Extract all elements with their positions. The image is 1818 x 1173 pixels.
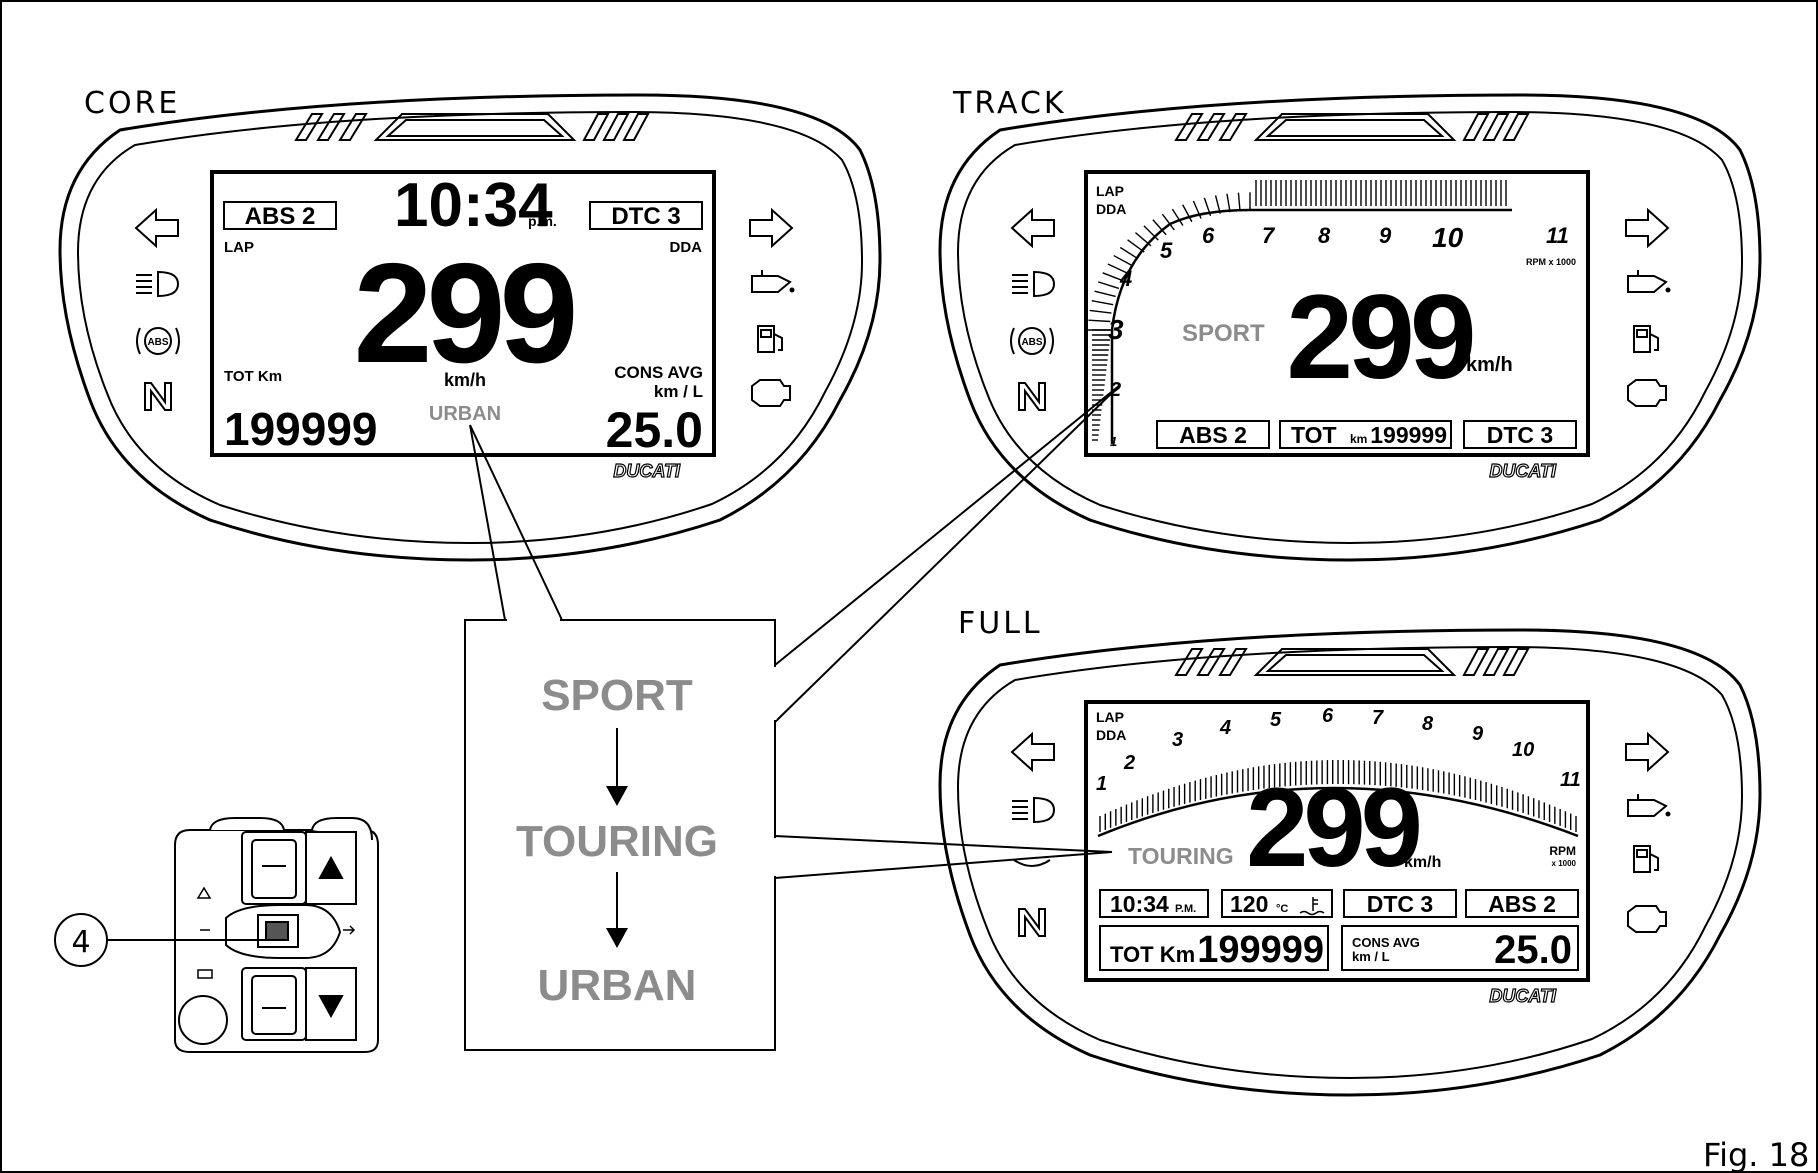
core-mode: URBAN bbox=[429, 403, 501, 425]
track-km: km bbox=[1350, 432, 1367, 446]
track-dda: DDA bbox=[1096, 201, 1126, 217]
track-mode: SPORT bbox=[1182, 320, 1265, 347]
full-rpm-tick-label: 10 bbox=[1512, 739, 1534, 761]
full-dtc: DTC 3 bbox=[1367, 891, 1433, 917]
track-rpm-tick-label: 11 bbox=[1546, 223, 1569, 248]
callout-number: 4 bbox=[71, 925, 90, 960]
core-lap: LAP bbox=[224, 239, 254, 256]
track-rpm-tick-label: 1 bbox=[1110, 434, 1117, 449]
core-odometer: 199999 bbox=[224, 403, 378, 455]
track-speed: 299 bbox=[1286, 270, 1472, 404]
core-tot-label: TOT Km bbox=[224, 368, 282, 385]
full-rpm-unit: RPM bbox=[1549, 844, 1576, 858]
track-abs: ABS 2 bbox=[1179, 422, 1247, 448]
track-rpm-tick-label: 3 bbox=[1108, 314, 1124, 345]
track-rpm-tick-label: 8 bbox=[1318, 223, 1331, 248]
full-temp-unit: °C bbox=[1276, 903, 1288, 915]
track-rpm-tick-label: 10 bbox=[1432, 222, 1464, 253]
core-brand-logo: DUCATI bbox=[613, 461, 681, 481]
handlebar-switch bbox=[174, 817, 379, 1053]
full-cons-value: 25.0 bbox=[1494, 928, 1572, 972]
track-odometer: 199999 bbox=[1370, 422, 1447, 448]
full-lap: LAP bbox=[1096, 709, 1124, 725]
label-core: CORE bbox=[84, 86, 180, 121]
instrument-panel-figure: ABS ABS 2 10:34 p.m. DTC 3 LAP DDA 299 k… bbox=[0, 0, 1818, 1173]
track-rpm-tick-label: 9 bbox=[1379, 223, 1392, 248]
full-rpm-tick-label: 3 bbox=[1172, 729, 1183, 751]
core-time: 10:34 bbox=[394, 171, 553, 240]
label-track: TRACK bbox=[952, 86, 1067, 121]
horn-button bbox=[178, 995, 228, 1045]
track-rpm-tick-label: 5 bbox=[1160, 238, 1173, 263]
full-speed-unit: km/h bbox=[1404, 854, 1441, 871]
full-cons-label: CONS AVG bbox=[1352, 935, 1420, 950]
full-mode: TOURING bbox=[1128, 843, 1234, 869]
full-rpm-tick-label: 4 bbox=[1219, 717, 1231, 739]
sequence-item-sport: SPORT bbox=[541, 671, 693, 720]
full-rpm-tick-label: 2 bbox=[1123, 752, 1135, 774]
full-odometer: 199999 bbox=[1197, 929, 1324, 971]
full-rpm-tick-label: 6 bbox=[1322, 705, 1334, 727]
full-rpm-tick-label: 5 bbox=[1270, 709, 1282, 731]
full-ampm: P.M. bbox=[1175, 903, 1196, 915]
full-temp: 120 bbox=[1230, 891, 1268, 917]
core-speed-unit: km/h bbox=[444, 370, 486, 390]
core-cons-label: CONS AVG bbox=[614, 363, 703, 382]
track-speed-unit: km/h bbox=[1466, 354, 1513, 376]
full-abs: ABS 2 bbox=[1488, 891, 1556, 917]
track-rpm-tick-label: 7 bbox=[1262, 223, 1276, 248]
figure-label: Fig. 18 bbox=[1703, 1136, 1809, 1173]
full-rpm-tick-label: 7 bbox=[1372, 707, 1384, 729]
core-dda: DDA bbox=[670, 239, 703, 256]
full-brand-logo: DUCATI bbox=[1489, 986, 1557, 1006]
label-full: FULL bbox=[958, 606, 1043, 641]
sequence-item-touring: TOURING bbox=[516, 817, 718, 866]
svg-text:ABS: ABS bbox=[147, 337, 168, 348]
core-ampm: p.m. bbox=[528, 213, 557, 229]
core-cons-unit: km / L bbox=[654, 382, 703, 401]
full-rpm-tick-label: 9 bbox=[1472, 723, 1484, 745]
full-cons-unit: km / L bbox=[1352, 949, 1390, 964]
track-rpm-tick-label: 6 bbox=[1202, 223, 1215, 248]
track-tot: TOT bbox=[1291, 422, 1337, 448]
track-rpm-tick-label: 4 bbox=[1119, 266, 1132, 291]
full-tot-label: TOT Km bbox=[1110, 942, 1195, 967]
full-time: 10:34 bbox=[1110, 891, 1169, 917]
full-dashboard: 12 3 4 5 6 7 8 9 10 11 LAP DDA TOURING 299 km/h R… bbox=[938, 628, 1762, 1097]
track-rpm-unit: RPM x 1000 bbox=[1526, 257, 1576, 267]
track-dashboard: ABS 123456 7 8 9 10 11 RPM x 1000 LAP DDA SPO… bbox=[938, 93, 1762, 562]
full-speed: 299 bbox=[1246, 765, 1420, 890]
full-rpm-unit-multiplier: x 1000 bbox=[1552, 859, 1577, 868]
core-dashboard: ABS ABS 2 10:34 p.m. DTC 3 LAP DDA 299 k… bbox=[58, 93, 882, 562]
track-lap: LAP bbox=[1096, 183, 1124, 199]
full-rpm-tick-label: 11 bbox=[1560, 769, 1581, 791]
full-dda: DDA bbox=[1096, 727, 1126, 743]
svg-text:ABS: ABS bbox=[1021, 337, 1042, 348]
full-rpm-tick-label: 1 bbox=[1096, 773, 1107, 795]
core-cons-value: 25.0 bbox=[606, 402, 703, 458]
track-brand-logo: DUCATI bbox=[1489, 461, 1557, 481]
core-dtc: DTC 3 bbox=[611, 203, 680, 230]
core-abs: ABS 2 bbox=[245, 203, 316, 230]
full-rpm-tick-label: 8 bbox=[1422, 713, 1434, 735]
track-dtc: DTC 3 bbox=[1487, 422, 1553, 448]
sequence-item-urban: URBAN bbox=[538, 961, 697, 1010]
